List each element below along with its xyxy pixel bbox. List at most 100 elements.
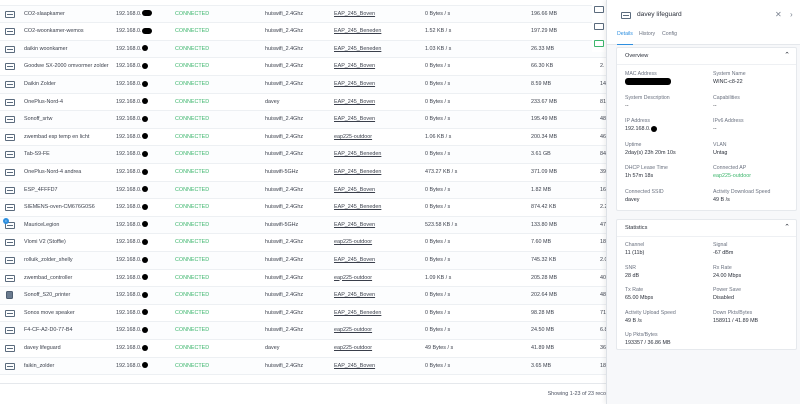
table-row[interactable]: faikin_zolder 192.168.0. CONNECTED huiswifi… — [0, 357, 606, 376]
table-row[interactable]: OnePlus-Nord-4 192.168.0. CONNECTED davey EA… — [0, 94, 606, 112]
table-row[interactable]: CO2-woonkamer-wemos 192.168.0. CONNECTED hu… — [0, 23, 606, 41]
table-row[interactable]: Tab-S9-FE 192.168.0. CONNECTED huiswifi_2.4… — [0, 146, 606, 164]
client-ip-text: 192.168.0. — [116, 257, 142, 263]
table-row[interactable]: Sonoff_S20_printer 192.168.0. CONNECTED hui… — [0, 287, 606, 305]
client-name[interactable]: faikin_zolder — [24, 358, 110, 375]
client-ap-link[interactable]: eap225-outdoor — [334, 322, 418, 339]
client-ap-link[interactable]: EAP_245_Beneden — [334, 164, 418, 181]
wifi-device-icon — [5, 133, 15, 141]
client-ap-link[interactable]: EAP_245_Boven — [334, 287, 418, 304]
statistics-header[interactable]: Statistics ⌃ — [617, 220, 796, 237]
client-ap-link[interactable]: EAP_245_Boven — [334, 76, 418, 93]
client-ap-link[interactable]: EAP_245_Boven — [334, 358, 418, 375]
client-name[interactable]: MauriceLegion — [24, 217, 110, 234]
table-row[interactable]: CO2-slaapkamer 192.168.0. CONNECTED huiswif… — [0, 5, 606, 24]
field-value[interactable]: eap225-outdoor — [713, 172, 799, 180]
client-name[interactable]: Bazaar — [24, 0, 110, 5]
client-name[interactable]: Tab-S9-FE — [24, 146, 110, 163]
client-name[interactable]: Sonoff_S20_printer — [24, 287, 110, 304]
client-name[interactable]: CO2-slaapkamer — [24, 6, 110, 23]
client-ap-link[interactable]: eap225-outdoor — [334, 270, 418, 287]
client-ssid: huiswifi_2.4Ghz — [265, 327, 304, 334]
tab-details[interactable]: Details — [617, 31, 633, 45]
table-row[interactable]: zwembad esp temp en licht 192.168.0. CONNE… — [0, 129, 606, 147]
client-ip-text: 192.168.0. — [116, 98, 142, 105]
client-ap-link[interactable]: EAP_245_Boven — [334, 94, 418, 111]
client-rate: 0 Bytes / s — [425, 327, 451, 334]
client-name[interactable]: Sonoff_srtw — [24, 111, 110, 128]
table-row[interactable]: OnePlus-Nord-4 andrea 192.168.0. CONNECTED… — [0, 164, 606, 182]
device-icon[interactable] — [594, 40, 604, 47]
chevron-up-icon[interactable]: ⌃ — [784, 223, 790, 231]
wifi-device-icon — [5, 327, 15, 335]
client-name[interactable]: SIEMENS-oven-CM676G0S6 — [24, 199, 110, 216]
client-name[interactable]: Vlomi V2 (Stoffie) — [24, 234, 110, 251]
client-download: 66.30 KB — [531, 63, 554, 70]
client-ssid: huiswifi_2.4Ghz — [265, 186, 304, 193]
client-download: 7.60 MB — [531, 239, 552, 246]
detail-field: DHCP Lease Time 1h 57m 18s — [625, 165, 711, 180]
client-name[interactable]: Goodwe SX-2000 omvormer zolder — [24, 58, 110, 75]
table-row[interactable]: zwembad_controller 192.168.0. CONNECTED hui… — [0, 270, 606, 288]
client-download: 233.67 MB — [531, 98, 558, 105]
client-ip-text: 192.168.0. — [116, 239, 142, 246]
table-row[interactable]: • MauriceLegion 192.168.0. CONNECTED huiswif… — [0, 216, 606, 235]
field-value: 192.168.0. — [625, 126, 651, 132]
overview-header[interactable]: Overview ⌃ — [617, 48, 796, 65]
device-icon[interactable] — [594, 6, 604, 13]
client-name[interactable]: Daikin Zolder — [24, 76, 110, 93]
client-ap-link[interactable]: EAP_245_Boven — [334, 182, 418, 199]
table-row[interactable]: ESP_4FFFD7 192.168.0. CONNECTED huiswifi_2.… — [0, 181, 606, 200]
client-ap-link[interactable]: EAP_245_Boven — [334, 111, 418, 128]
client-ap-link[interactable]: EAP_245_Beneden — [334, 199, 418, 216]
table-row[interactable]: rolluik_zolder_shelly 192.168.0. CONNECTED… — [0, 252, 606, 270]
table-row[interactable]: Vlomi V2 (Stoffie) 192.168.0. CONNECTED hui… — [0, 234, 606, 252]
wifi-device-icon — [5, 274, 15, 282]
table-row[interactable]: F4-CF-A2-D0-77-B4 192.168.0. CONNECTED huis… — [0, 322, 606, 340]
field-value: Untag — [713, 149, 728, 156]
client-name[interactable]: ESP_4FFFD7 — [24, 182, 110, 199]
device-icon[interactable] — [594, 23, 604, 30]
table-row[interactable]: Goodwe SX-2000 omvormer zolder 192.168.0.… — [0, 58, 606, 76]
close-icon[interactable]: ✕ — [775, 10, 782, 19]
client-ap-link[interactable]: EAP_245_Boven — [334, 252, 418, 269]
table-row[interactable]: daikin woonkamer 192.168.0. CONNECTED huisw… — [0, 40, 606, 59]
table-row[interactable]: davey lifeguard 192.168.0. CONNECTED davey e… — [0, 340, 606, 358]
wifi-device-icon — [621, 12, 631, 19]
tab-history[interactable]: History — [639, 31, 655, 45]
client-name[interactable]: Sonos move speaker — [24, 305, 110, 322]
client-ap-link[interactable]: EAP_245_Beneden — [334, 305, 418, 322]
client-name[interactable]: zwembad_controller — [24, 270, 110, 287]
table-row[interactable]: SIEMENS-oven-CM676G0S6 192.168.0. CONNECTE… — [0, 199, 606, 217]
table-row[interactable]: Sonoff_srtw 192.168.0. CONNECTED huiswifi_2… — [0, 111, 606, 129]
client-ap-link[interactable]: eap225-outdoor — [334, 129, 418, 146]
table-row[interactable]: Sonos move speaker 192.168.0. CONNECTED hui… — [0, 305, 606, 323]
connection-status: CONNECTED — [175, 221, 210, 228]
client-name[interactable]: rolluik_zolder_shelly — [24, 252, 110, 269]
client-name[interactable]: daikin woonkamer — [24, 41, 110, 58]
client-name[interactable]: davey lifeguard — [24, 340, 110, 357]
client-name[interactable]: F4-CF-A2-D0-77-B4 — [24, 322, 110, 339]
client-name[interactable]: CO2-woonkamer-wemos — [24, 23, 110, 40]
client-ap-link[interactable]: EAP_245_Boven — [334, 0, 418, 5]
client-name[interactable]: OnePlus-Nord-4 andrea — [24, 164, 110, 181]
client-ap-link[interactable]: EAP_245_Beneden — [334, 23, 418, 40]
statistics-title: Statistics — [625, 225, 648, 231]
client-ip: 192.168.0. — [116, 340, 172, 357]
client-ap-link[interactable]: EAP_245_Boven — [334, 6, 418, 23]
chevron-right-icon[interactable]: › — [790, 10, 793, 19]
client-ap-link[interactable]: EAP_245_Beneden — [334, 146, 418, 163]
client-name[interactable]: OnePlus-Nord-4 — [24, 94, 110, 111]
chevron-up-icon[interactable]: ⌃ — [784, 51, 790, 59]
field-label: Signal — [713, 242, 728, 248]
tab-config[interactable]: Config — [662, 31, 677, 45]
client-ap-link[interactable]: eap225-outdoor — [334, 340, 418, 357]
client-ap-link[interactable]: EAP_245_Beneden — [334, 41, 418, 58]
detail-field: Channel 11 (11b) — [625, 242, 711, 257]
wifi-device-icon — [5, 309, 15, 317]
client-ap-link[interactable]: EAP_245_Boven — [334, 58, 418, 75]
client-ap-link[interactable]: eap225-outdoor — [334, 234, 418, 251]
table-row[interactable]: Daikin Zolder 192.168.0. CONNECTED huiswifi… — [0, 76, 606, 94]
client-name[interactable]: zwembad esp temp en licht — [24, 129, 110, 146]
client-ap-link[interactable]: EAP_245_Boven — [334, 217, 418, 234]
